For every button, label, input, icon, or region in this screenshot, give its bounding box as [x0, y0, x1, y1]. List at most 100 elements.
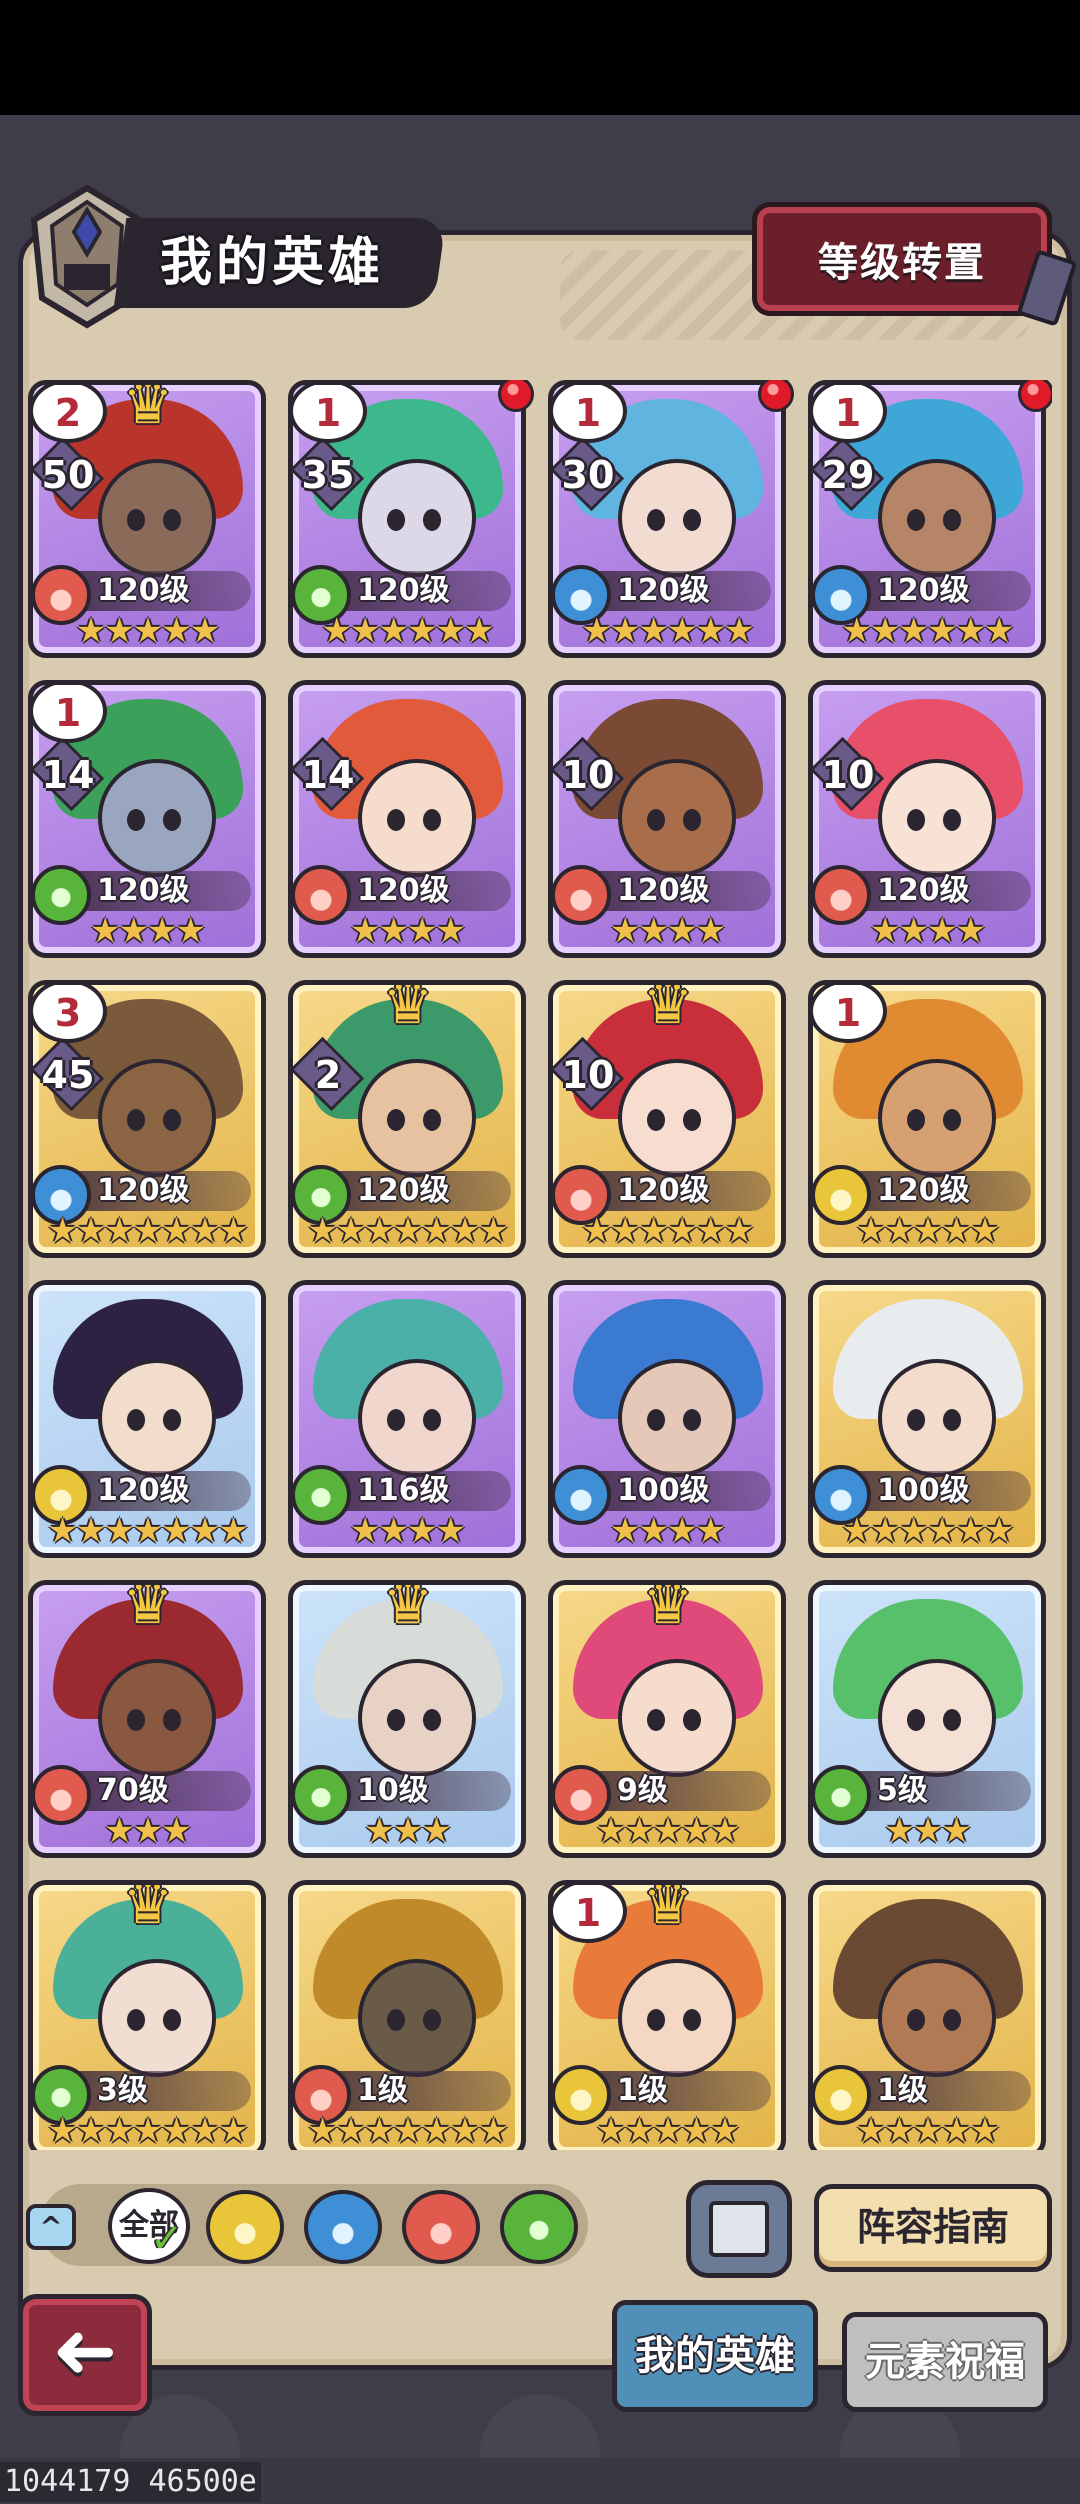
- hero-card[interactable]: 120级 ★★★★ 14 1: [28, 680, 266, 958]
- hero-face: [98, 759, 216, 877]
- hero-face: [618, 1959, 736, 2077]
- hero-eye: [423, 2009, 441, 2031]
- hero-eye: [683, 1409, 701, 1431]
- hero-eye: [387, 2009, 405, 2031]
- back-button[interactable]: ➜: [18, 2294, 152, 2416]
- hero-face: [878, 1659, 996, 1777]
- hero-card[interactable]: 100级 ★★★★: [548, 1280, 786, 1558]
- hero-card[interactable]: 120级 ★★★★★ 50 2 ♛: [28, 380, 266, 658]
- hero-level: 120级: [617, 1173, 710, 1208]
- filter-earth-icon[interactable]: [206, 2190, 284, 2264]
- collapse-filter-button[interactable]: ^: [26, 2204, 76, 2250]
- tab-my-heroes[interactable]: 我的英雄: [612, 2300, 818, 2412]
- hero-eye: [127, 509, 145, 531]
- hero-level: 120级: [877, 1173, 970, 1208]
- crown-icon: ♛: [122, 1580, 174, 1637]
- hero-level: 70级: [97, 1773, 169, 1808]
- hero-level: 1级: [357, 2073, 408, 2108]
- hero-eye: [647, 1409, 665, 1431]
- hero-eye: [163, 809, 181, 831]
- hero-portrait: [313, 1899, 503, 2099]
- hero-eye: [387, 1409, 405, 1431]
- hero-eye: [907, 509, 925, 531]
- tab-element-blessing[interactable]: 元素祝福: [842, 2312, 1048, 2412]
- hero-card[interactable]: 120级 ★★★★★★★ 45 3: [28, 980, 266, 1258]
- hero-face: [878, 1359, 996, 1477]
- hero-face: [358, 1359, 476, 1477]
- crown-icon: ♛: [642, 1880, 694, 1937]
- rank-badge: 1: [553, 1885, 627, 1943]
- hero-eye: [127, 1109, 145, 1131]
- hero-card[interactable]: 120级 ★★★★★★ 35 1: [288, 380, 526, 658]
- hero-face: [618, 759, 736, 877]
- hero-card[interactable]: 120级 ★★★★ 10: [548, 680, 786, 958]
- crown-icon: ♛: [122, 1880, 174, 1937]
- hero-portrait: [313, 1299, 503, 1499]
- hero-eye: [163, 509, 181, 531]
- hero-face: [98, 459, 216, 577]
- crown-icon: ♛: [382, 980, 434, 1037]
- hero-card[interactable]: 70级 ★★★ ♛: [28, 1580, 266, 1858]
- check-icon: ✓: [150, 2216, 184, 2262]
- hero-card[interactable]: 120级 ★★★★★★ 30 1: [548, 380, 786, 658]
- hero-count: 14: [301, 753, 355, 797]
- hero-card[interactable]: 120级 ★★★★★★ 29 1: [808, 380, 1046, 658]
- hero-card[interactable]: 10级 ★★★ ♛: [288, 1580, 526, 1858]
- hero-face: [358, 759, 476, 877]
- hero-face: [878, 459, 996, 577]
- hero-eye: [943, 809, 961, 831]
- hero-eye: [683, 2009, 701, 2031]
- lineup-guide-button[interactable]: 阵容指南: [814, 2184, 1052, 2272]
- hero-level: 120级: [97, 1173, 190, 1208]
- hero-card[interactable]: 9级 ★★★★★ ♛: [548, 1580, 786, 1858]
- notification-dot: [1018, 380, 1052, 412]
- hero-count: 10: [561, 753, 615, 797]
- hero-eye: [943, 1109, 961, 1131]
- status-bar: [0, 0, 1080, 115]
- hero-card[interactable]: 116级 ★★★★: [288, 1280, 526, 1558]
- hero-stars: ★★★★★★★: [307, 2111, 508, 2150]
- filter-nature-icon[interactable]: [500, 2190, 578, 2264]
- hero-stars: ★★★★★: [595, 1811, 740, 1851]
- hero-grid: 120级 ★★★★★ 50 2 ♛ 120级 ★★★★★★ 35 1 120级 ★★★★★★ 30 1 1…: [28, 380, 1052, 2150]
- hero-stars: ★★★★★★: [581, 611, 755, 651]
- hero-eye: [387, 1109, 405, 1131]
- hero-count: 2: [314, 1053, 342, 1097]
- hero-card[interactable]: 120级 ★★★★★ 1: [808, 980, 1046, 1258]
- hero-card[interactable]: 5级 ★★★: [808, 1580, 1046, 1858]
- hero-face: [98, 1359, 216, 1477]
- hero-eye: [423, 509, 441, 531]
- hero-level: 120级: [357, 573, 450, 608]
- hero-eye: [647, 1709, 665, 1731]
- hero-eye: [907, 1409, 925, 1431]
- filter-water-icon[interactable]: [304, 2190, 382, 2264]
- save-lineup-button[interactable]: [686, 2180, 792, 2278]
- hero-card[interactable]: 120级 ★★★★★★★: [28, 1280, 266, 1558]
- hero-eye: [683, 809, 701, 831]
- floppy-disk-icon: [709, 2201, 769, 2257]
- filter-fire-icon[interactable]: [402, 2190, 480, 2264]
- hero-stars: ★★★★★★★: [47, 2111, 248, 2150]
- hero-card[interactable]: 1级 ★★★★★★★: [288, 1880, 526, 2150]
- notification-dot: [498, 380, 534, 412]
- hero-card[interactable]: 3级 ★★★★★★★ ♛: [28, 1880, 266, 2150]
- hero-card[interactable]: 120级 ★★★★★★★ 2 ♛: [288, 980, 526, 1258]
- hero-card[interactable]: 120级 ★★★★★★ 10 ♛: [548, 980, 786, 1258]
- hero-face: [618, 1059, 736, 1177]
- hero-count: 10: [821, 753, 875, 797]
- hero-card[interactable]: 120级 ★★★★ 14: [288, 680, 526, 958]
- crown-icon: ♛: [122, 380, 174, 437]
- hero-card[interactable]: 100级 ★★★★★★: [808, 1280, 1046, 1558]
- hero-card[interactable]: 1级 ★★★★★: [808, 1880, 1046, 2150]
- hero-card[interactable]: 1级 ★★★★★ 1 ♛: [548, 1880, 786, 2150]
- hero-card[interactable]: 120级 ★★★★ 10: [808, 680, 1046, 958]
- crown-icon: ♛: [642, 1580, 694, 1637]
- level-reset-button[interactable]: 等级转置: [752, 202, 1052, 316]
- hero-stars: ★★★★★★: [321, 611, 495, 651]
- hero-stars: ★★★★: [610, 1511, 726, 1551]
- hero-face: [358, 1059, 476, 1177]
- hero-eye: [943, 2009, 961, 2031]
- hero-level: 9级: [617, 1773, 668, 1808]
- hero-level: 3级: [97, 2073, 148, 2108]
- hero-level: 1级: [877, 2073, 928, 2108]
